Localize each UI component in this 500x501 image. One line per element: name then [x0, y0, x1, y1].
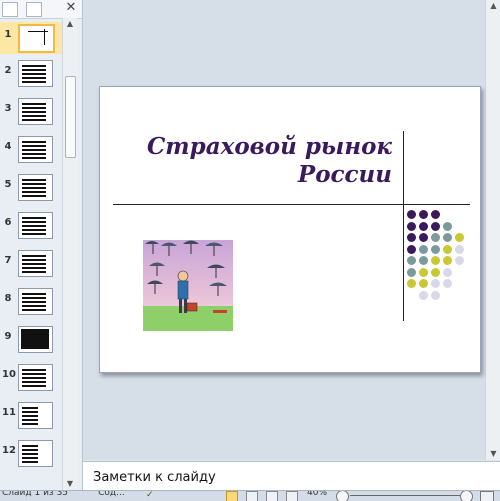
title-line-1: Страховой рынок	[146, 133, 392, 160]
zoom-out-icon[interactable]	[336, 491, 349, 501]
slide-canvas[interactable]: Страховой рынок России	[99, 86, 481, 373]
slide-number: 2	[4, 65, 12, 76]
decoration-dot	[443, 244, 452, 254]
decoration-dot	[431, 279, 440, 288]
slide-thumbnail-row[interactable]: 12	[0, 438, 62, 470]
slides-pane: ✕ 1 2 3 4 5 6 7 8 9 10 11 12 ▲ ▼	[0, 0, 83, 490]
decoration-dot	[443, 267, 452, 277]
decoration-dot	[455, 233, 464, 242]
vertical-divider	[403, 131, 404, 321]
slide-thumbnail-row[interactable]: 3	[0, 96, 62, 128]
tab-slides[interactable]	[2, 2, 18, 17]
decoration-dot	[431, 244, 440, 254]
decoration-dot	[407, 256, 416, 265]
decoration-dot	[431, 233, 440, 242]
decoration-dot	[407, 244, 416, 254]
slide-thumbnail-row[interactable]: 11	[0, 400, 62, 432]
decoration-dot	[443, 279, 452, 288]
decoration-dot	[407, 279, 416, 288]
decoration-dot	[443, 233, 452, 242]
slide-number: 11	[2, 407, 16, 418]
slide-thumbnail[interactable]	[18, 364, 53, 391]
scroll-down-icon[interactable]: ▼	[486, 448, 500, 460]
slide-thumbnail[interactable]	[18, 440, 53, 467]
slide-number: 6	[4, 217, 12, 228]
slide-number: 4	[4, 141, 12, 152]
tab-outline[interactable]	[26, 2, 42, 17]
zoom-in-icon[interactable]	[460, 491, 473, 501]
umbrella-clipart[interactable]	[143, 240, 233, 331]
decoration-dot	[419, 256, 428, 265]
decoration-dot	[419, 221, 428, 231]
decoration-dot	[419, 279, 428, 288]
slide-scrollbar[interactable]: ▲ ▼	[485, 0, 500, 460]
decoration-dot	[455, 256, 464, 265]
theme-name: "Сод...	[94, 490, 125, 498]
decoration-dot	[419, 233, 428, 242]
slide-number: 9	[4, 331, 12, 342]
slide-thumbnail-row[interactable]: 5	[0, 172, 62, 204]
slide-thumbnail[interactable]	[18, 402, 53, 429]
thumbnail-scrollbar[interactable]: ▲ ▼	[62, 18, 77, 490]
decoration-dot	[431, 256, 440, 265]
decoration-dot	[419, 290, 428, 300]
slide-thumbnail-row[interactable]: 6	[0, 210, 62, 242]
decoration-dot	[407, 267, 416, 277]
slide-thumbnail[interactable]	[18, 24, 55, 53]
decoration-dot	[443, 256, 452, 265]
slide-thumbnail[interactable]	[18, 288, 53, 315]
decoration-dot	[407, 233, 416, 242]
slide-thumbnail-row[interactable]: 8	[0, 286, 62, 318]
slide-counter: Слайд 1 из 35	[2, 490, 69, 498]
slide-thumbnail[interactable]	[18, 212, 53, 239]
slide-thumbnail-row[interactable]: 2	[0, 58, 62, 90]
close-icon[interactable]: ✕	[64, 1, 78, 15]
spellcheck-icon[interactable]: ✓	[146, 491, 158, 500]
decoration-dot	[455, 244, 464, 254]
slide-thumbnail-row[interactable]: 9	[0, 324, 62, 356]
slide-thumbnail[interactable]	[18, 60, 53, 87]
decoration-dot	[431, 210, 440, 219]
decoration-dot	[407, 221, 416, 231]
decoration-dot	[419, 267, 428, 277]
slide-thumbnail[interactable]	[18, 98, 53, 125]
horizontal-divider	[113, 204, 470, 205]
notes-placeholder[interactable]: Заметки к слайду	[93, 470, 216, 485]
slide-thumbnail-row[interactable]: 7	[0, 248, 62, 280]
slide-thumbnail-row[interactable]: 1	[0, 22, 62, 54]
title-line-2: России	[297, 161, 392, 188]
decoration-dot	[443, 221, 452, 231]
zoom-level[interactable]: 40%	[307, 491, 327, 498]
decoration-dot	[431, 267, 440, 277]
scrollbar-thumb[interactable]	[65, 76, 76, 158]
slide-number: 8	[4, 293, 12, 304]
slide-title[interactable]: Страховой рынок России	[110, 133, 392, 189]
slide-thumbnail-row[interactable]: 4	[0, 134, 62, 166]
slide-number: 12	[2, 445, 16, 456]
decoration-dot	[419, 244, 428, 254]
slide-number: 7	[4, 255, 12, 266]
slide-number: 3	[4, 103, 12, 114]
notes-pane[interactable]: Заметки к слайду	[83, 461, 500, 491]
scroll-up-icon[interactable]: ▲	[486, 0, 500, 12]
slide-thumbnail[interactable]	[18, 326, 53, 353]
status-bar: Слайд 1 из 35 "Сод... ✓ 40%	[0, 490, 500, 501]
slide-thumbnail[interactable]	[18, 136, 53, 163]
decoration-dot	[431, 290, 440, 300]
zoom-slider[interactable]	[350, 495, 460, 496]
slide-number: 5	[4, 179, 12, 190]
scroll-down-icon[interactable]: ▼	[63, 478, 77, 490]
slide-number: 10	[2, 369, 16, 380]
decoration-dot	[431, 221, 440, 231]
slide-thumbnail[interactable]	[18, 250, 53, 277]
slide-thumbnail-row[interactable]: 10	[0, 362, 62, 394]
decoration-dot	[419, 210, 428, 219]
pane-tabs: ✕	[0, 0, 82, 19]
scroll-up-icon[interactable]: ▲	[63, 18, 77, 30]
dot-grid-decoration	[407, 210, 477, 305]
decoration-dot	[407, 210, 416, 219]
slide-thumbnail[interactable]	[18, 174, 53, 201]
slide-number: 1	[4, 29, 12, 40]
